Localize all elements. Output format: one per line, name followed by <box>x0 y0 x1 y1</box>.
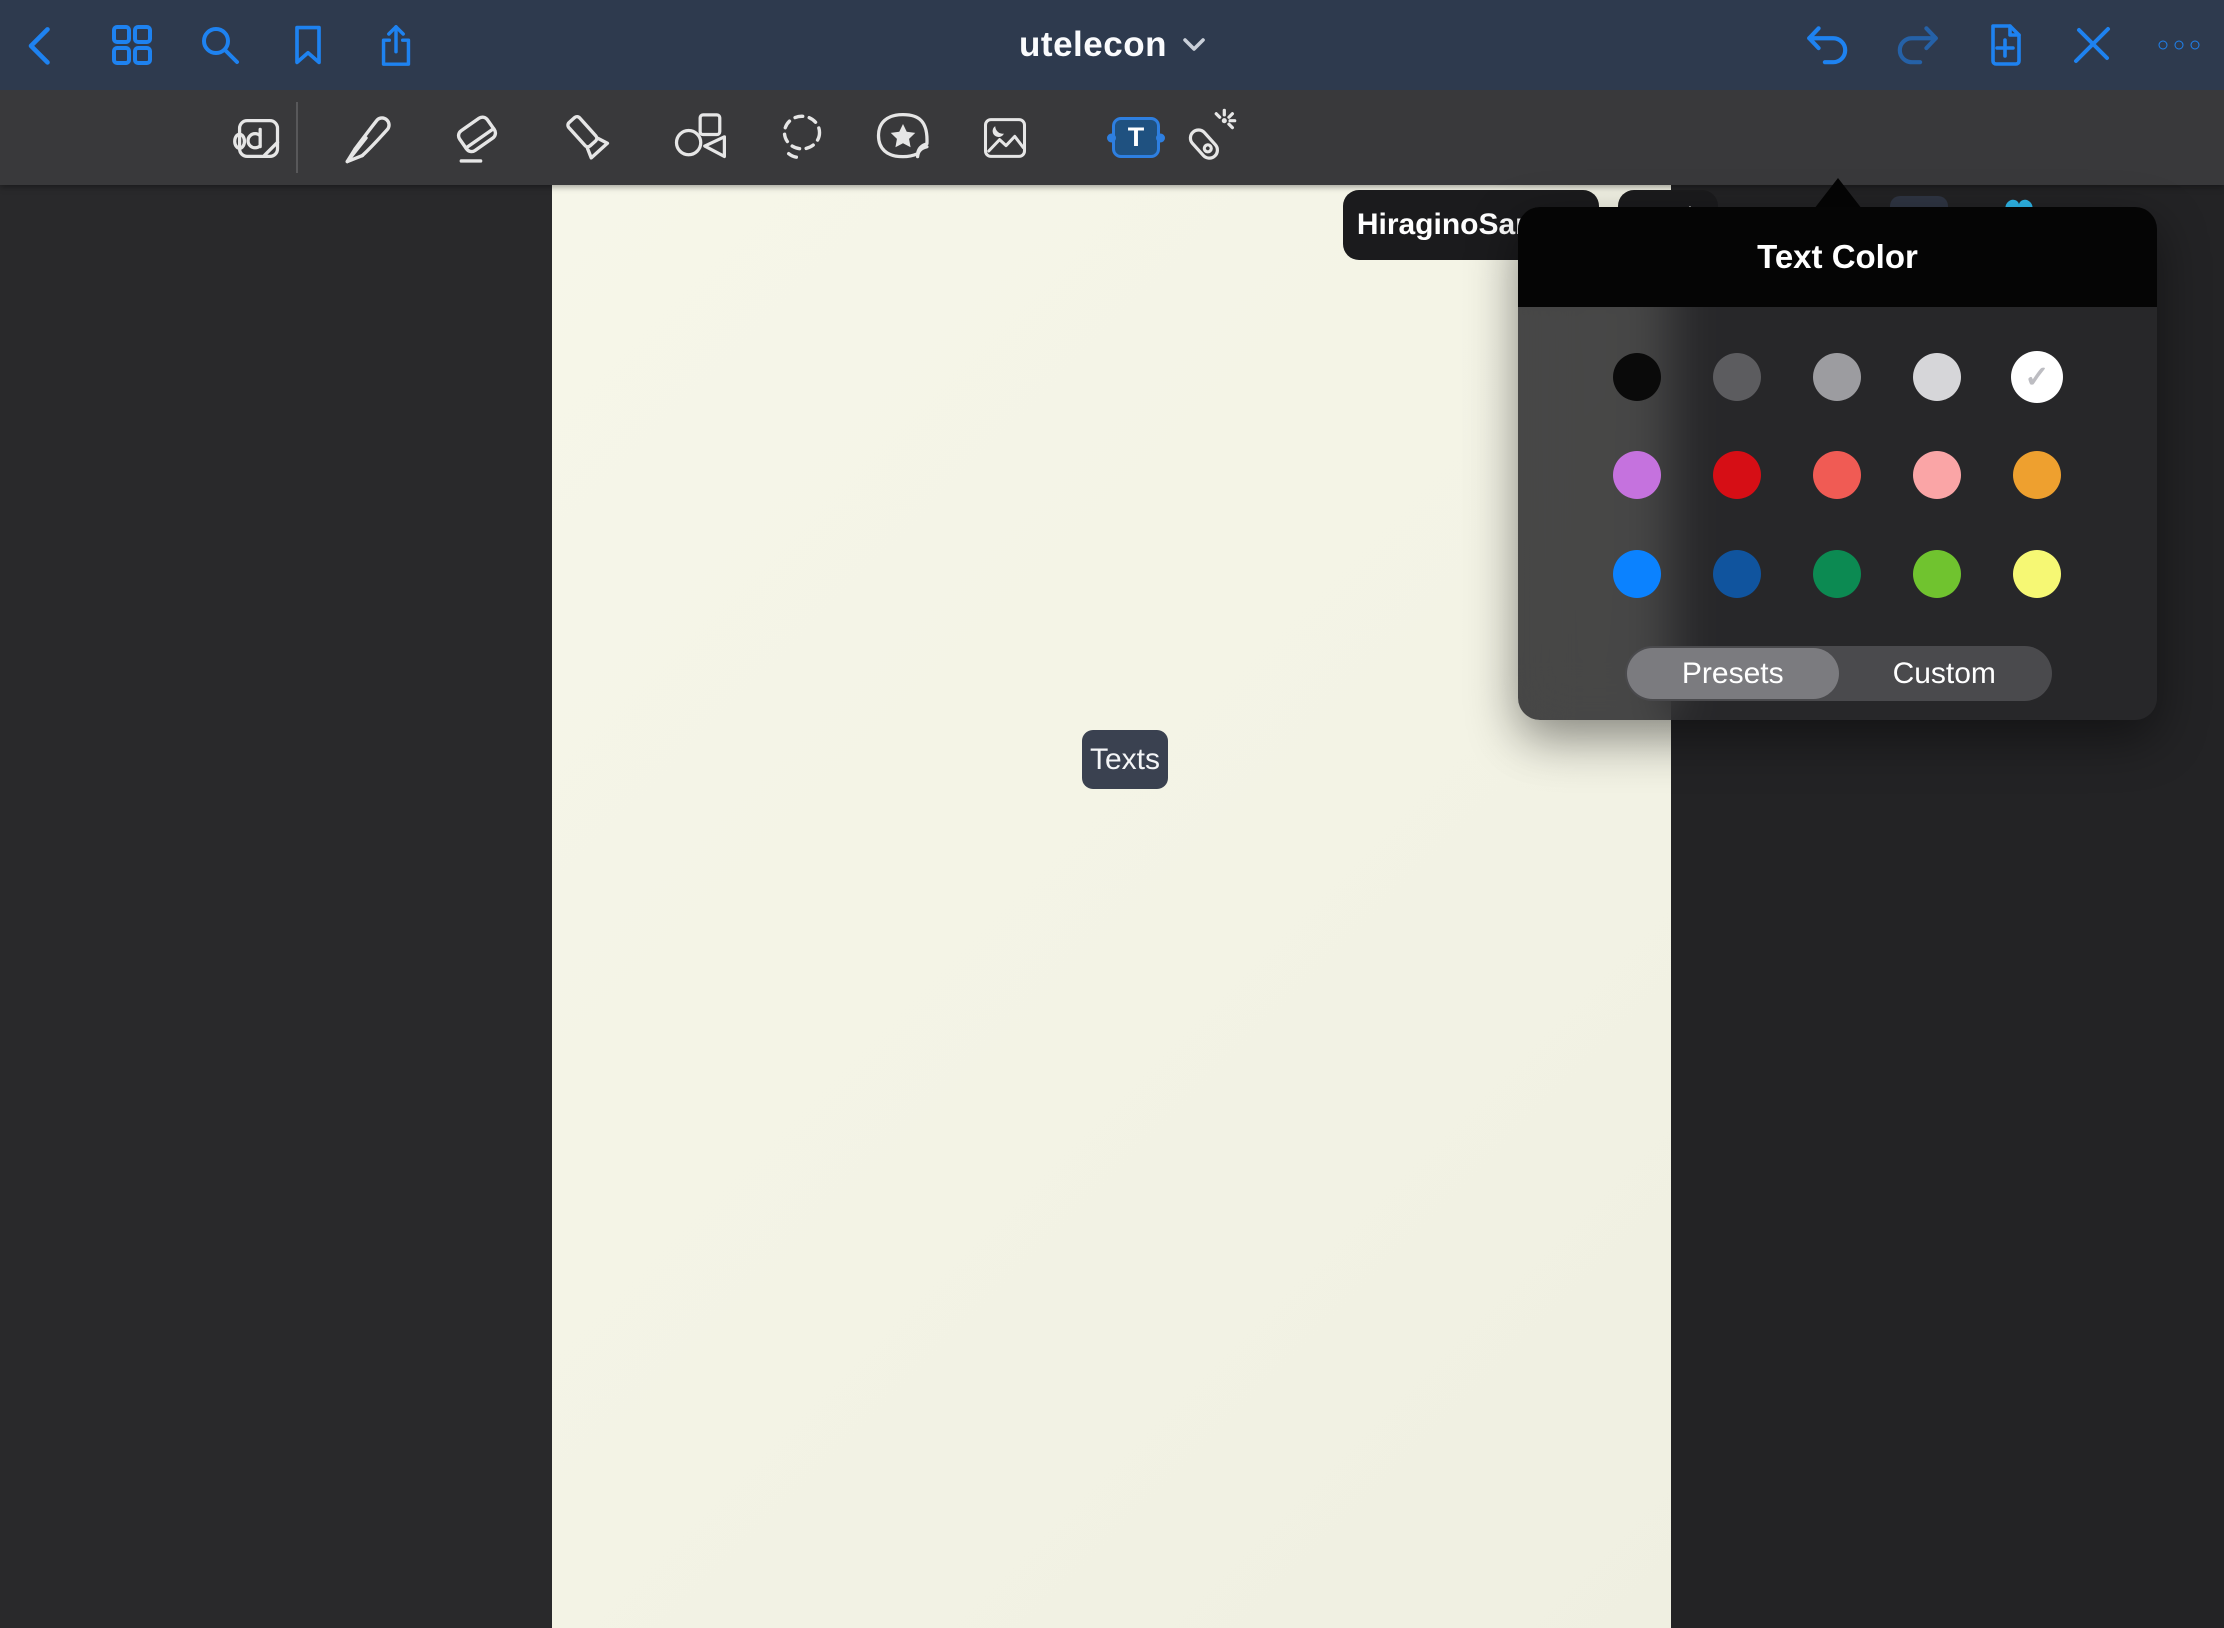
back-icon[interactable] <box>16 19 68 71</box>
image-tool-icon[interactable] <box>972 105 1038 171</box>
left-margin-area <box>0 185 552 1628</box>
text-tool-selected-box: T <box>1112 117 1160 158</box>
color-swatch[interactable] <box>1813 353 1861 401</box>
highlighter-tool-icon[interactable] <box>555 105 621 171</box>
top-navigation-bar: utelecon <box>0 0 2224 90</box>
color-swatch[interactable] <box>2013 550 2061 598</box>
color-swatch[interactable] <box>1813 451 1861 499</box>
checkmark-icon: ✓ <box>2024 360 2049 395</box>
color-swatch[interactable]: ✓ <box>2011 351 2063 403</box>
pages-grid-icon[interactable] <box>106 19 158 71</box>
note-page-canvas[interactable] <box>552 185 1671 1628</box>
popover-title: Text Color <box>1757 238 1918 276</box>
color-swatch[interactable] <box>1613 353 1661 401</box>
color-swatch[interactable] <box>1913 451 1961 499</box>
shapes-tool-icon[interactable] <box>666 105 732 171</box>
color-swatch[interactable] <box>1913 550 1961 598</box>
page-title: utelecon <box>1019 25 1167 65</box>
text-tool-label: T <box>1128 122 1145 153</box>
stop-editing-icon[interactable] <box>2066 19 2118 71</box>
undo-icon[interactable] <box>1802 19 1854 71</box>
color-swatch[interactable] <box>1613 451 1661 499</box>
bookmark-icon[interactable] <box>282 19 334 71</box>
tab-custom[interactable]: Custom <box>1839 648 2051 699</box>
read-mode-icon[interactable] <box>225 105 291 171</box>
color-swatch[interactable] <box>1813 550 1861 598</box>
eraser-tool-icon[interactable] <box>444 105 510 171</box>
chevron-down-icon <box>1183 38 1205 52</box>
texts-tooltip: Texts <box>1082 730 1168 789</box>
toolbar-divider <box>296 102 298 173</box>
color-swatch[interactable] <box>1613 550 1661 598</box>
texts-tooltip-label: Texts <box>1090 743 1160 777</box>
elements-tool-icon[interactable] <box>870 105 936 171</box>
text-color-popover: Text Color ✓ PresetsCustom <box>1518 207 2157 720</box>
selection-handle-left <box>1107 133 1116 142</box>
tab-presets[interactable]: Presets <box>1627 648 1839 699</box>
search-icon[interactable] <box>194 19 246 71</box>
document-title-menu[interactable]: utelecon <box>1019 0 1205 90</box>
redo-icon[interactable] <box>1891 19 1943 71</box>
goodnotes-app: utelecon <box>0 0 2224 1628</box>
popover-header: Text Color <box>1518 207 2157 307</box>
color-swatch[interactable] <box>1713 550 1761 598</box>
color-swatch[interactable] <box>2013 451 2061 499</box>
share-icon[interactable] <box>370 19 422 71</box>
add-page-icon[interactable] <box>1979 19 2031 71</box>
laser-pointer-tool-icon[interactable] <box>1174 105 1240 171</box>
text-tool-icon[interactable]: T <box>1103 105 1169 171</box>
color-swatch[interactable] <box>1913 353 1961 401</box>
pen-tool-icon[interactable] <box>333 105 399 171</box>
selection-handle-right <box>1156 133 1165 142</box>
color-swatch[interactable] <box>1713 451 1761 499</box>
color-swatch-grid: ✓ <box>1518 307 2157 637</box>
tools-toolbar: T HiraginoSans-... 16 <box>0 90 2224 185</box>
more-icon[interactable] <box>2153 19 2205 71</box>
presets-custom-segmented-control: PresetsCustom <box>1625 646 2052 701</box>
color-swatch[interactable] <box>1713 353 1761 401</box>
popover-arrow <box>1814 178 1862 209</box>
lasso-tool-icon[interactable] <box>769 105 835 171</box>
